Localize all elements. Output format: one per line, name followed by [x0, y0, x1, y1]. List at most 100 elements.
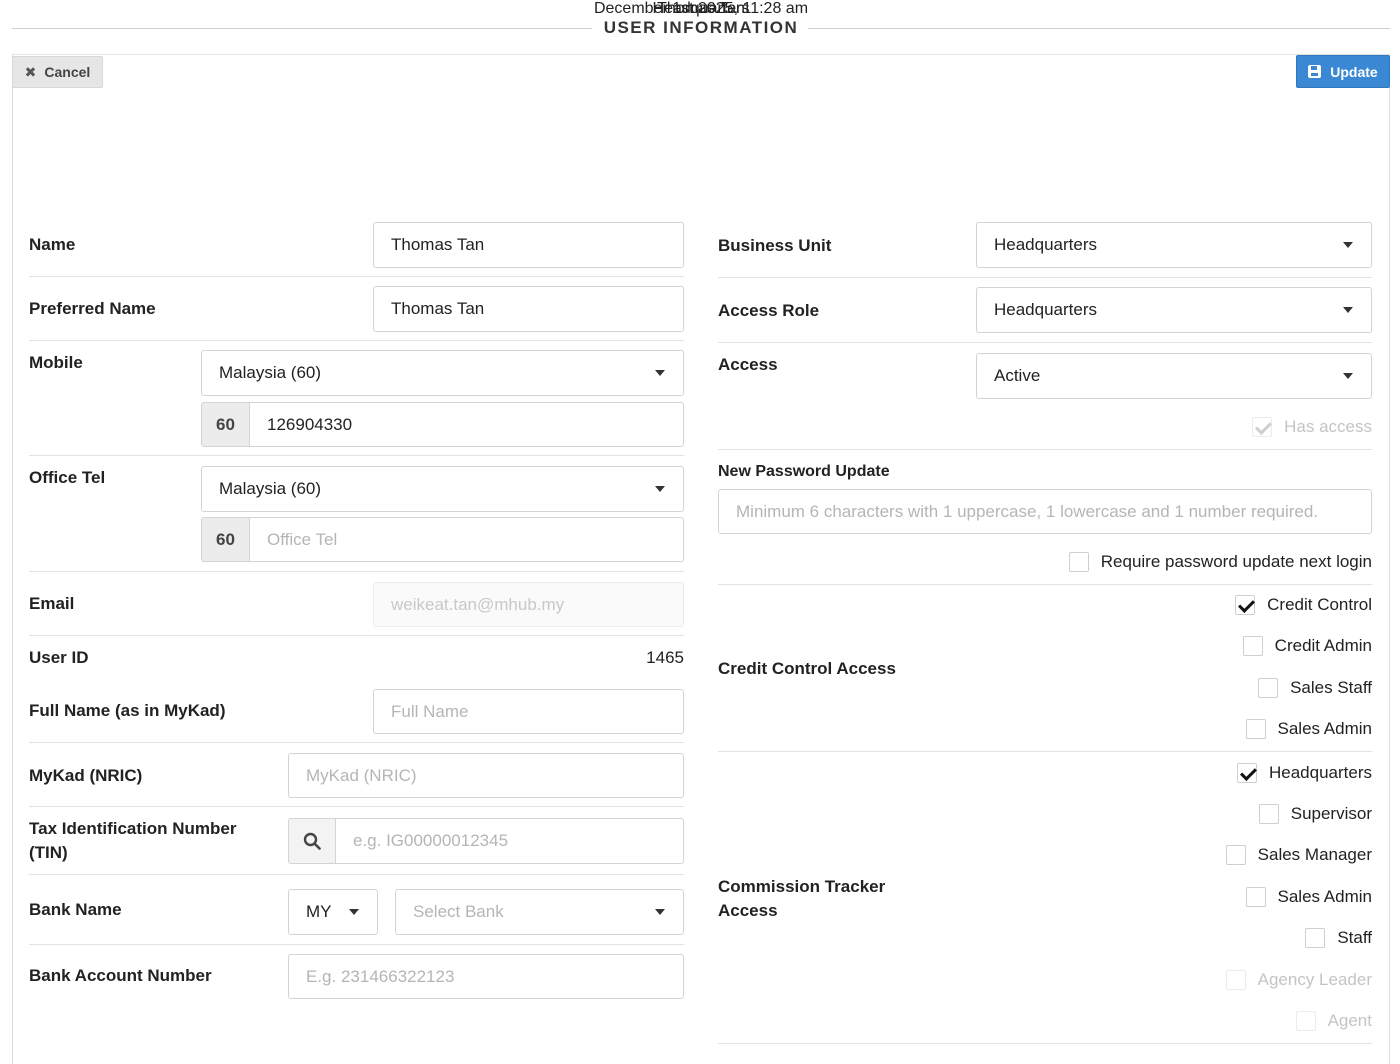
row-divider — [29, 635, 684, 636]
option-label: Supervisor — [1290, 804, 1372, 823]
row-divider — [718, 449, 1372, 450]
search-icon — [303, 832, 321, 850]
update-button[interactable]: Update — [1296, 55, 1390, 88]
access-role-value: Headquarters — [994, 300, 1098, 319]
has-access-label: Has access — [1284, 417, 1372, 436]
row-divider — [718, 277, 1372, 278]
chevron-down-icon — [655, 486, 665, 492]
option-label: Sales Manager — [1257, 845, 1372, 864]
close-icon: ✖ — [24, 63, 37, 80]
row-divider — [718, 342, 1372, 343]
commission-supervisor-option[interactable]: Supervisor — [1258, 804, 1372, 824]
office-tel-input[interactable]: Office Tel — [249, 517, 684, 562]
commission-agency-leader-option: Agency Leader — [1225, 970, 1372, 990]
access-role-select[interactable]: Headquarters — [976, 287, 1372, 333]
mykad-input[interactable]: MyKad (NRIC) — [288, 753, 684, 798]
tin-input[interactable]: e.g. IG00000012345 — [335, 818, 684, 864]
option-label: Credit Control — [1267, 595, 1372, 614]
section-header: USER INFORMATION — [12, 14, 1390, 42]
row-divider — [29, 742, 684, 743]
row-divider — [29, 455, 684, 456]
name-input[interactable]: Thomas Tan — [373, 222, 684, 268]
credit-control-label: Credit Control Access — [718, 659, 896, 678]
option-label: Sales Staff — [1290, 678, 1372, 697]
commission-sales-manager-option[interactable]: Sales Manager — [1225, 845, 1372, 865]
bank-country-value: MY — [306, 902, 332, 921]
cancel-button-label: Cancel — [44, 64, 91, 80]
new-password-label: New Password Update — [718, 463, 890, 480]
credit-admin-option[interactable]: Credit Admin — [1242, 636, 1372, 656]
row-divider — [29, 874, 684, 875]
credit-control-checkbox[interactable] — [1235, 595, 1256, 615]
mobile-country-value: Malaysia (60) — [219, 363, 322, 382]
email-input: weikeat.tan@mhub.my — [373, 582, 684, 627]
access-select[interactable]: Active — [976, 353, 1372, 399]
row-divider — [29, 806, 684, 807]
access-label: Access — [718, 355, 778, 374]
commission-headquarters-checkbox[interactable] — [1236, 763, 1257, 783]
commission-agency-leader-checkbox — [1225, 970, 1246, 990]
commission-headquarters-option[interactable]: Headquarters — [1236, 763, 1372, 783]
bank-name-label: Bank Name — [29, 900, 122, 919]
bank-select[interactable]: Select Bank — [395, 889, 684, 935]
chevron-down-icon — [349, 909, 359, 915]
full-name-label: Full Name (as in MyKad) — [29, 701, 226, 720]
commission-supervisor-checkbox[interactable] — [1258, 804, 1279, 824]
preferred-name-label: Preferred Name — [29, 299, 156, 318]
tin-search-button[interactable] — [288, 818, 336, 864]
access-role-label: Access Role — [718, 301, 820, 320]
commission-agent-option: Agent — [1295, 1011, 1372, 1031]
option-label: Agent — [1327, 1011, 1372, 1030]
chevron-down-icon — [1343, 307, 1353, 313]
cancel-button[interactable]: ✖ Cancel — [12, 56, 103, 88]
row-divider — [29, 276, 684, 277]
tin-label-line1: Tax Identification Number — [29, 819, 237, 838]
option-label: Staff — [1337, 928, 1372, 947]
commission-sales-admin-option[interactable]: Sales Admin — [1245, 887, 1373, 907]
sales-staff-option[interactable]: Sales Staff — [1258, 678, 1372, 698]
commission-sales-manager-checkbox[interactable] — [1225, 845, 1246, 865]
mobile-country-select[interactable]: Malaysia (60) — [201, 350, 684, 396]
preferred-name-input[interactable]: Thomas Tan — [373, 286, 684, 332]
access-value: Active — [994, 366, 1041, 385]
mobile-label: Mobile — [29, 353, 83, 372]
office-tel-country-select[interactable]: Malaysia (60) — [201, 466, 684, 512]
chevron-down-icon — [1343, 373, 1353, 379]
require-password-checkbox[interactable] — [1068, 552, 1089, 572]
has-access-checkbox-row: Has access — [1252, 417, 1372, 437]
require-password-row[interactable]: Require password update next login — [1068, 552, 1372, 572]
bank-country-select[interactable]: MY — [288, 889, 378, 935]
tin-label-line2: (TIN) — [29, 843, 68, 862]
chevron-down-icon — [655, 909, 665, 915]
option-label: Agency Leader — [1257, 970, 1372, 989]
row-divider — [29, 340, 684, 341]
row-divider — [718, 584, 1372, 585]
email-label: Email — [29, 594, 75, 613]
mykad-label: MyKad (NRIC) — [29, 766, 143, 785]
chevron-down-icon — [655, 370, 665, 376]
full-name-input[interactable]: Full Name — [373, 689, 684, 734]
commission-staff-checkbox[interactable] — [1305, 928, 1326, 948]
sales-admin-checkbox[interactable] — [1245, 719, 1266, 739]
mobile-number-input[interactable]: 126904330 — [249, 402, 684, 447]
mobile-prefix: 60 — [201, 402, 250, 447]
commission-staff-option[interactable]: Staff — [1305, 928, 1372, 948]
business-unit-select[interactable]: Headquarters — [976, 222, 1372, 268]
user-id-label: User ID — [29, 648, 89, 667]
bank-select-placeholder: Select Bank — [413, 902, 504, 921]
profile-timestamp: December 1st 2025, 11:28 am — [593, 0, 809, 17]
option-label: Sales Admin — [1277, 887, 1373, 906]
credit-admin-checkbox[interactable] — [1242, 636, 1263, 656]
sales-staff-checkbox[interactable] — [1258, 678, 1279, 698]
require-password-label: Require password update next login — [1100, 552, 1372, 571]
commission-sales-admin-checkbox[interactable] — [1245, 887, 1266, 907]
header-divider-right — [808, 28, 1390, 29]
new-password-input[interactable]: Minimum 6 characters with 1 uppercase, 1… — [718, 489, 1372, 534]
user-id-value: 1465 — [646, 648, 684, 667]
save-icon — [1308, 65, 1322, 78]
option-label: Headquarters — [1268, 763, 1372, 782]
credit-control-option[interactable]: Credit Control — [1235, 595, 1372, 615]
row-divider — [718, 1043, 1372, 1044]
bank-account-input[interactable]: E.g. 231466322123 — [288, 954, 684, 999]
sales-admin-option[interactable]: Sales Admin — [1245, 719, 1372, 739]
